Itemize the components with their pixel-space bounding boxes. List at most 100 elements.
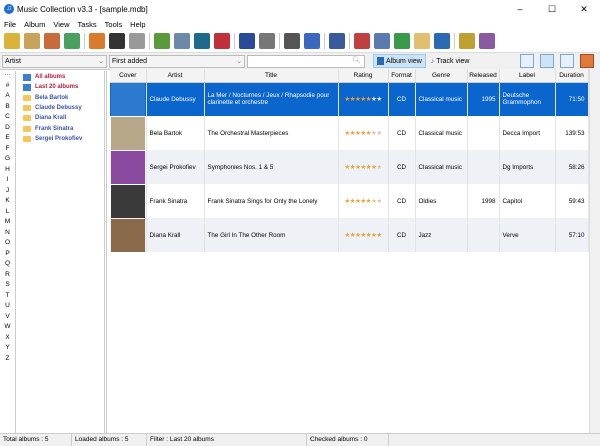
alphabet-letter[interactable]: H [0,166,15,177]
alphabet-letter[interactable]: C [0,113,15,124]
covers-layout-icon[interactable] [580,54,594,68]
toolbar-button-15-icon[interactable] [304,33,320,49]
toolbar-button-11-icon[interactable] [214,33,230,49]
grid-layout-icon[interactable] [560,54,574,68]
menu-tools[interactable]: Tools [105,20,123,29]
column-header-rating[interactable]: Rating [338,69,389,83]
column-header-duration[interactable]: Duration [555,69,589,83]
table-row[interactable]: Bela Bartok The Orchestral Masterpieces ★★… [110,116,589,150]
column-header-format[interactable]: Format [388,69,416,83]
tree-item[interactable]: Sergei Prokofiev [17,134,104,144]
alphabet-letter[interactable]: Y [0,344,15,355]
column-header-genre[interactable]: Genre [415,69,468,83]
tree-item[interactable]: Last 20 albums [17,82,104,92]
alphabet-letter[interactable]: G [0,155,15,166]
toolbar-button-4-icon[interactable] [64,33,80,49]
tree-item[interactable]: Frank Sinatra [17,123,104,133]
alphabet-letter[interactable]: I [0,176,15,187]
toolbar-button-21-icon[interactable] [434,33,450,49]
vertical-scrollbar[interactable] [589,69,600,433]
column-header-released[interactable]: Released [467,69,500,83]
column-header-label[interactable]: Label [499,69,556,83]
album-view-button[interactable]: Album view [373,54,426,68]
toolbar-button-16-icon[interactable] [329,33,345,49]
menu-view[interactable]: View [53,20,69,29]
tree-item[interactable]: All albums [17,72,104,82]
table-row[interactable]: Sergei Prokofiev Symphonies Nos. 1 & 5 ★★★… [110,150,589,184]
alphabet-letter[interactable]: M [0,218,15,229]
maximize-button[interactable]: ☐ [536,4,568,15]
alphabet-letter[interactable]: F [0,145,15,156]
toolbar-button-14-icon[interactable] [284,33,300,49]
menu-album[interactable]: Album [24,20,45,29]
alphabet-letter[interactable]: A [0,92,15,103]
alphabet-letter[interactable]: P [0,250,15,261]
rating-cell[interactable]: ★★★★★★★ [338,218,389,252]
alphabet-letter[interactable]: ··· [0,71,15,82]
alphabet-letter[interactable]: N [0,229,15,240]
rating-cell[interactable]: ★★★★★★★ [338,184,389,218]
table-row[interactable]: Diana Krall The Girl In The Other Room ★★★… [110,218,589,252]
alphabet-letter[interactable]: W [0,323,15,334]
column-header-artist[interactable]: Artist [146,69,205,83]
tree-item[interactable]: Claude Debussy [17,103,104,113]
table-row[interactable]: Frank Sinatra Frank Sinatra Sings for Onl… [110,184,589,218]
alphabet-letter[interactable]: T [0,292,15,303]
rating-stars[interactable]: ★★★★★★★ [344,164,382,171]
table-row[interactable]: Claude Debussy La Mer / Nocturnes / Jeux … [110,82,589,116]
toolbar-button-13-icon[interactable] [259,33,275,49]
rating-stars[interactable]: ★★★★★★★ [344,232,382,239]
column-header-title[interactable]: Title [204,69,339,83]
menu-help[interactable]: Help [130,20,145,29]
group-by-select[interactable]: Artist ⌄ [2,54,107,68]
toolbar-button-17-icon[interactable] [354,33,370,49]
rating-cell[interactable]: ★★★★★★★ [338,116,389,150]
alphabet-letter[interactable]: Q [0,260,15,271]
alphabet-letter[interactable]: E [0,134,15,145]
toolbar-button-18-icon[interactable] [374,33,390,49]
toolbar-button-23-icon[interactable] [479,33,495,49]
column-header-cover[interactable]: Cover [110,69,147,83]
details-layout-icon[interactable] [520,54,534,68]
tree-item[interactable]: Bela Bartok [17,93,104,103]
alphabet-letter[interactable]: Z [0,355,15,366]
toolbar-button-1-icon[interactable] [4,33,20,49]
toolbar-button-9-icon[interactable] [174,33,190,49]
menu-file[interactable]: File [4,20,16,29]
toolbar-button-19-icon[interactable] [394,33,410,49]
alphabet-letter[interactable]: L [0,208,15,219]
alphabet-letter[interactable]: U [0,302,15,313]
alphabet-letter[interactable]: O [0,239,15,250]
toolbar-button-12-icon[interactable] [239,33,255,49]
rating-stars[interactable]: ★★★★★★★ [344,130,382,137]
rating-cell[interactable]: ★★★★★★★ [338,82,389,116]
minimize-button[interactable]: – [504,4,536,15]
alphabet-letter[interactable]: S [0,281,15,292]
alphabet-letter[interactable]: V [0,313,15,324]
alphabet-letter[interactable]: R [0,271,15,282]
search-input[interactable]: 🔍︎ [247,54,365,68]
toolbar-button-2-icon[interactable] [24,33,40,49]
toolbar-button-7-icon[interactable] [129,33,145,49]
track-view-button[interactable]: ♪ Track view [428,54,473,68]
rating-cell[interactable]: ★★★★★★★ [338,150,389,184]
alphabet-letter[interactable]: J [0,187,15,198]
toolbar-button-6-icon[interactable] [109,33,125,49]
toolbar-button-20-icon[interactable] [414,33,430,49]
tree-item[interactable]: Diana Krall [17,113,104,123]
toolbar-button-10-icon[interactable] [194,33,210,49]
alphabet-letter[interactable]: B [0,103,15,114]
rating-stars[interactable]: ★★★★★★★ [344,96,382,103]
rating-stars[interactable]: ★★★★★★★ [344,198,382,205]
sort-select[interactable]: First added ⌄ [109,54,245,68]
toolbar-button-5-icon[interactable] [89,33,105,49]
alphabet-letter[interactable]: X [0,334,15,345]
alphabet-letter[interactable]: D [0,124,15,135]
close-button[interactable]: ✕ [568,4,600,15]
toolbar-button-3-icon[interactable] [44,33,60,49]
alphabet-letter[interactable]: K [0,197,15,208]
list-layout-icon[interactable] [540,54,554,68]
toolbar-button-8-icon[interactable] [154,33,170,49]
menu-tasks[interactable]: Tasks [77,20,96,29]
toolbar-button-22-icon[interactable] [459,33,475,49]
